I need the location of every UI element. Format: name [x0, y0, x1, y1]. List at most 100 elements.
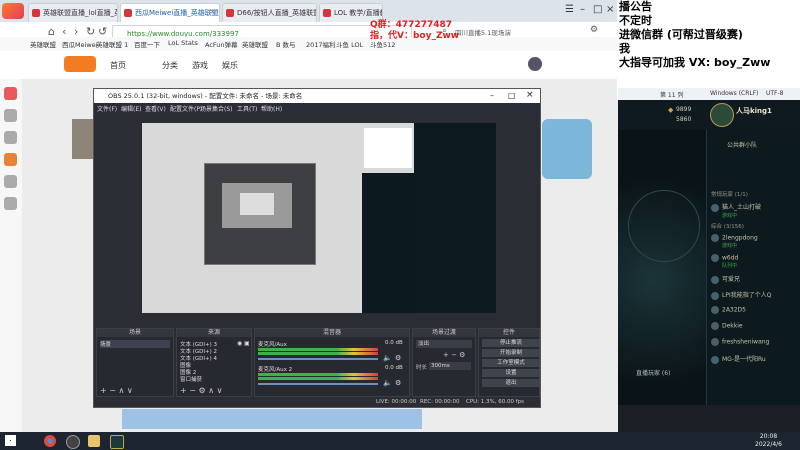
- menu-view[interactable]: 查看(V): [145, 104, 166, 113]
- list-item[interactable]: LPI我能指了个人Q: [711, 290, 771, 300]
- tab-label: D66/按钮人直播_英雄联盟直播: [237, 9, 316, 17]
- exit-button[interactable]: 退出: [482, 379, 540, 387]
- settings-button[interactable]: 设置: [482, 369, 540, 377]
- minimize-icon[interactable]: –: [490, 91, 494, 100]
- obs-menubar: 文件(F) 编辑(E) 查看(V) 配置文件(P) 场景集合(S) 工具(T) …: [94, 103, 540, 113]
- friend-name: 2A32D5: [722, 306, 746, 314]
- add-icon[interactable]: + − ∧ ∨: [100, 386, 133, 395]
- windows-start-icon[interactable]: [5, 435, 16, 446]
- menu-edit[interactable]: 编辑(E): [121, 104, 141, 113]
- chrome-icon[interactable]: [44, 435, 56, 447]
- friend-name: 猫人_土山打破: [722, 204, 762, 211]
- maximize-icon[interactable]: □: [593, 4, 602, 15]
- download-icon[interactable]: [4, 197, 17, 210]
- volume-meter: [258, 352, 378, 355]
- game-icon[interactable]: [4, 153, 17, 166]
- close-icon[interactable]: ×: [526, 90, 534, 100]
- studio-mode-button[interactable]: 工作室模式: [482, 359, 540, 367]
- close-icon[interactable]: ×: [209, 7, 216, 16]
- duration-label: 时长: [416, 365, 428, 371]
- banner-image[interactable]: [122, 409, 422, 429]
- folder-icon[interactable]: [88, 435, 100, 447]
- volume-slider[interactable]: [258, 358, 378, 360]
- bookmark[interactable]: AcFun弹幕: [205, 39, 238, 49]
- list-item[interactable]: 2lengpdong 游戏中: [711, 234, 758, 249]
- category-icon[interactable]: [4, 131, 17, 144]
- menu-icon[interactable]: ☰: [565, 4, 574, 15]
- menu-file[interactable]: 文件(F): [97, 104, 117, 113]
- video-icon[interactable]: [4, 175, 17, 188]
- menu-help[interactable]: 帮助(H): [261, 104, 282, 113]
- lock-icon[interactable]: ▣: [244, 340, 250, 347]
- profile-name[interactable]: 人马king1: [736, 106, 772, 116]
- bookmark[interactable]: LoL Stats: [168, 39, 198, 47]
- bookmark[interactable]: 2017福利: [306, 39, 336, 49]
- transition-select[interactable]: 淡出: [416, 340, 472, 348]
- list-item[interactable]: w6dd 队列中: [711, 254, 738, 269]
- close-icon[interactable]: ×: [606, 4, 614, 15]
- nav-games[interactable]: 游戏: [192, 60, 208, 71]
- bookmark[interactable]: 西瓜Meiwei: [62, 39, 98, 49]
- preview-game-panel: [362, 173, 414, 313]
- scene-item[interactable]: 场景: [100, 340, 170, 348]
- bookmark[interactable]: 百度一下: [134, 39, 160, 49]
- gear-icon[interactable]: ⚙: [395, 354, 401, 362]
- list-item[interactable]: MG-是一代阳Ru: [711, 354, 766, 364]
- clock-date: 2022/4/6: [755, 441, 782, 448]
- menu-profile[interactable]: 配置文件(P): [170, 104, 202, 113]
- bookmark[interactable]: B 数与: [276, 39, 296, 49]
- speaker-icon[interactable]: 🔈: [383, 379, 392, 387]
- friend-name: MG-是一代阳Ru: [722, 356, 766, 363]
- history-icon[interactable]: [4, 109, 17, 122]
- bookmark[interactable]: 斗鱼 LOL: [336, 39, 363, 49]
- list-item[interactable]: 可爱兄: [711, 274, 740, 284]
- heart-icon[interactable]: [4, 87, 17, 100]
- eye-icon[interactable]: ◉: [237, 340, 242, 347]
- clock[interactable]: 20:08 2022/4/6: [755, 433, 782, 449]
- obs-statusbar: LIVE: 00:00:00 REC: 00:00:00 CPU: 1.3%, …: [94, 397, 540, 407]
- duration-input[interactable]: 300ms: [429, 362, 471, 370]
- avatar[interactable]: [528, 57, 542, 71]
- tab-1[interactable]: 英雄联盟直播_lol直播_英雄联盟: [28, 3, 118, 22]
- search-hint[interactable]: 四川直播5.1现场演: [455, 27, 511, 37]
- obs-title: OBS 25.0.1 (32-bit, windows) - 配置文件: 未命名…: [94, 89, 540, 103]
- bookmark[interactable]: 英雄联盟: [30, 39, 56, 49]
- list-item[interactable]: 猫人_土山打破 游戏中: [711, 202, 761, 219]
- tab-label: 英雄联盟直播_lol直播_英雄联盟: [43, 9, 117, 17]
- add-icon[interactable]: + − ⚙: [443, 351, 465, 359]
- general-header: 综合 (3/156): [711, 224, 744, 230]
- tab-3[interactable]: D66/按钮人直播_英雄联盟直播: [222, 3, 317, 22]
- column-indicator: 第 11 列: [660, 92, 684, 99]
- speaker-icon[interactable]: 🔈: [383, 354, 392, 362]
- start-recording-button[interactable]: 开始录制: [482, 349, 540, 357]
- friend-name: 2lengpdong: [722, 234, 758, 242]
- menu-tools[interactable]: 工具(T): [237, 104, 257, 113]
- nav-category[interactable]: 分类: [162, 60, 178, 71]
- mixer-track-name: 麦克风/Aux 2: [258, 367, 293, 373]
- transitions-dock: 场景过渡 淡出 + − ⚙ 时长 300ms: [412, 328, 476, 397]
- site-logo[interactable]: [64, 56, 96, 72]
- maximize-icon[interactable]: □: [508, 91, 516, 100]
- gear-icon[interactable]: ⚙: [395, 379, 401, 387]
- list-item[interactable]: Dekkie: [711, 322, 743, 330]
- avatar[interactable]: [710, 103, 734, 127]
- overlay-line: 指，代V：boy_Zww: [370, 31, 460, 41]
- bookmark[interactable]: 英雄联盟 1: [96, 39, 128, 49]
- list-item[interactable]: 2A32D5: [711, 306, 746, 314]
- tab-2[interactable]: 西瓜Meiwei直播_英雄联盟直播×: [120, 3, 220, 22]
- settings-icon[interactable]: ⚙: [590, 25, 598, 35]
- add-icon[interactable]: + − ⚙ ∧ ∨: [180, 386, 222, 395]
- minimize-icon[interactable]: –: [580, 4, 585, 15]
- source-item[interactable]: 窗口捕获: [180, 375, 202, 383]
- volume-slider[interactable]: [258, 383, 378, 385]
- nav-home[interactable]: 首页: [110, 60, 126, 71]
- list-item[interactable]: freshsheniwang: [711, 338, 769, 346]
- lol-icon[interactable]: [110, 435, 124, 449]
- bookmark[interactable]: 英雄联盟: [242, 39, 268, 49]
- stop-streaming-button[interactable]: 停止推流: [482, 339, 540, 347]
- nav-entertainment[interactable]: 娱乐: [222, 60, 238, 71]
- menu-scene-collection[interactable]: 场景集合(S): [200, 104, 233, 113]
- announcement-line: 不定时: [619, 14, 652, 27]
- obs-preview[interactable]: [142, 123, 414, 313]
- obs-icon[interactable]: [66, 435, 80, 449]
